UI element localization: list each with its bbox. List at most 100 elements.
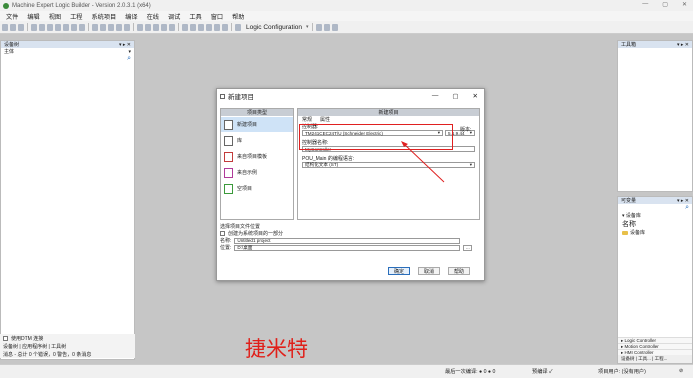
- controller-list: ▸ Logic Controller ▸ Motion Controller ▸…: [618, 337, 692, 355]
- chevron-down-icon[interactable]: ▾: [128, 49, 131, 55]
- search-icon[interactable]: ⌕: [127, 55, 131, 63]
- system-project-checkbox[interactable]: [220, 231, 225, 236]
- search-icon[interactable]: ⌕: [685, 204, 689, 212]
- panel-pin-controls[interactable]: ▾ ▸ ✕: [677, 42, 689, 48]
- stop-icon[interactable]: [161, 23, 167, 31]
- replace-icon[interactable]: [100, 23, 106, 31]
- system-project-option[interactable]: 创建为系统项目的一部分: [220, 230, 482, 237]
- category-list: 项目类型 新建项目 库 来自项目模板 来自示例 空项目: [220, 108, 294, 220]
- new-file-icon[interactable]: [2, 23, 8, 31]
- section-header[interactable]: ▾ 设备库: [618, 212, 692, 219]
- write-values-icon[interactable]: [214, 23, 220, 31]
- menu-file[interactable]: 文件: [6, 12, 18, 21]
- precompile-status: 预编译 ✓: [532, 369, 553, 375]
- build-icon[interactable]: [116, 23, 122, 31]
- dtm-checkbox[interactable]: [3, 335, 8, 341]
- toolbox-panel: 工具箱 ▾ ▸ ✕: [617, 40, 693, 192]
- settings-icon[interactable]: [331, 23, 338, 31]
- version-label: 版本:: [460, 127, 472, 133]
- browse-button[interactable]: ...: [463, 244, 473, 251]
- ok-button[interactable]: 确定: [388, 267, 410, 275]
- panel-pin-controls[interactable]: ▾ ▸ ✕: [677, 198, 689, 204]
- tree-tabs-label[interactable]: 设备树 | 应用程序树 | 工具树: [3, 343, 66, 350]
- undo-icon[interactable]: [39, 23, 45, 31]
- folder-item[interactable]: 设备库: [618, 229, 692, 236]
- category-label: 空项目: [237, 186, 253, 192]
- panel-header: 设备树 ▾ ▸ ✕: [1, 41, 134, 48]
- menu-bar: 文件 编辑 视图 工程 系统项目 编译 在线 调试 工具 窗口 帮助: [0, 11, 693, 21]
- toolbar-separator: [88, 23, 89, 31]
- tab-properties[interactable]: 属性: [320, 116, 330, 123]
- variables-panel: 可变量 ▾ ▸ ✕ ⌕ ▾ 设备库 名称 设备库 ▸ Logic Control…: [617, 196, 693, 364]
- bookmark-icon[interactable]: [108, 23, 114, 31]
- name-label: 名称:: [220, 238, 232, 244]
- category-library[interactable]: 库: [221, 133, 293, 148]
- help-button[interactable]: 帮助: [448, 267, 470, 275]
- minimize-button[interactable]: —: [642, 1, 648, 8]
- category-label: 新建项目: [237, 122, 258, 128]
- config-dropdown-icon[interactable]: ▾: [306, 24, 309, 30]
- step-over-icon[interactable]: [190, 23, 196, 31]
- dialog-close-button[interactable]: ✕: [473, 92, 478, 100]
- logout-icon[interactable]: [145, 23, 151, 31]
- panel-tabs[interactable]: 设备树 | 工具... | 工程...: [618, 355, 692, 363]
- menu-project[interactable]: 工程: [70, 12, 82, 21]
- category-example[interactable]: 来自示例: [221, 165, 293, 180]
- location-field[interactable]: D:\桌面: [234, 244, 461, 251]
- maximize-button[interactable]: ▢: [662, 1, 668, 8]
- step-into-icon[interactable]: [198, 23, 204, 31]
- menu-help[interactable]: 帮助: [232, 12, 244, 21]
- menu-view[interactable]: 视图: [49, 12, 61, 21]
- panel-pin-controls[interactable]: ▾ ▸ ✕: [119, 42, 131, 48]
- dtm-option[interactable]: 使用DTM 连接: [0, 334, 135, 342]
- print-icon[interactable]: [31, 23, 37, 31]
- menu-edit[interactable]: 编辑: [27, 12, 39, 21]
- location-label: 位置:: [220, 245, 232, 251]
- device-icon[interactable]: [315, 23, 322, 31]
- dialog-minimize-button[interactable]: —: [432, 92, 439, 100]
- network-icon[interactable]: [323, 23, 330, 31]
- tree-tabs[interactable]: 设备树 | 应用程序树 | 工具树: [0, 342, 135, 350]
- open-icon[interactable]: [10, 23, 16, 31]
- save-icon[interactable]: [18, 23, 24, 31]
- tab-general[interactable]: 常规: [302, 116, 312, 123]
- panel-view-selector[interactable]: 主体 ▾: [1, 48, 134, 56]
- login-icon[interactable]: [137, 23, 143, 31]
- project-name-field[interactable]: Untitled1 project: [234, 237, 461, 244]
- messages-label: 消息 - 总计 0 个错误，0 警告，0 条消息: [3, 351, 92, 358]
- close-button[interactable]: ✕: [682, 1, 687, 8]
- language-select[interactable]: 结构化文本 (ST) ▾: [302, 162, 475, 168]
- config-icon[interactable]: [235, 23, 241, 31]
- menu-tools[interactable]: 工具: [189, 12, 201, 21]
- category-label: 来自项目模板: [237, 154, 268, 160]
- panel-header: 工具箱 ▾ ▸ ✕: [618, 41, 692, 48]
- rebuild-icon[interactable]: [124, 23, 130, 31]
- cut-icon[interactable]: [55, 23, 61, 31]
- find-icon[interactable]: [92, 23, 98, 31]
- category-new-project[interactable]: 新建项目: [221, 117, 293, 132]
- run-icon[interactable]: [153, 23, 159, 31]
- delete-icon[interactable]: [79, 23, 85, 31]
- redo-icon[interactable]: [47, 23, 53, 31]
- step-out-icon[interactable]: [206, 23, 212, 31]
- cancel-button[interactable]: 取消: [418, 267, 440, 275]
- dialog-maximize-button[interactable]: ▢: [452, 92, 458, 100]
- menu-window[interactable]: 窗口: [211, 12, 223, 21]
- category-template[interactable]: 来自项目模板: [221, 149, 293, 164]
- logic-configuration-label[interactable]: Logic Configuration: [246, 24, 302, 31]
- menu-system-project[interactable]: 系统项目: [92, 12, 117, 21]
- user-icon[interactable]: ⊘: [679, 368, 683, 374]
- reset-icon[interactable]: [169, 23, 175, 31]
- breakpoint-icon[interactable]: [182, 23, 188, 31]
- example-icon: [224, 167, 233, 178]
- menu-online[interactable]: 在线: [147, 12, 159, 21]
- force-values-icon[interactable]: [222, 23, 228, 31]
- category-empty-project[interactable]: 空项目: [221, 181, 293, 196]
- new-project-dialog: 新建项目 — ▢ ✕ 项目类型 新建项目 库 来自项目模板 来自示例 空项目 新…: [216, 88, 485, 281]
- menu-build[interactable]: 编译: [125, 12, 137, 21]
- location-header: 选择项目文件位置: [220, 224, 261, 230]
- paste-icon[interactable]: [71, 23, 77, 31]
- window-title: Machine Expert Logic Builder - Version 2…: [12, 2, 151, 9]
- menu-debug[interactable]: 调试: [168, 12, 180, 21]
- copy-icon[interactable]: [63, 23, 69, 31]
